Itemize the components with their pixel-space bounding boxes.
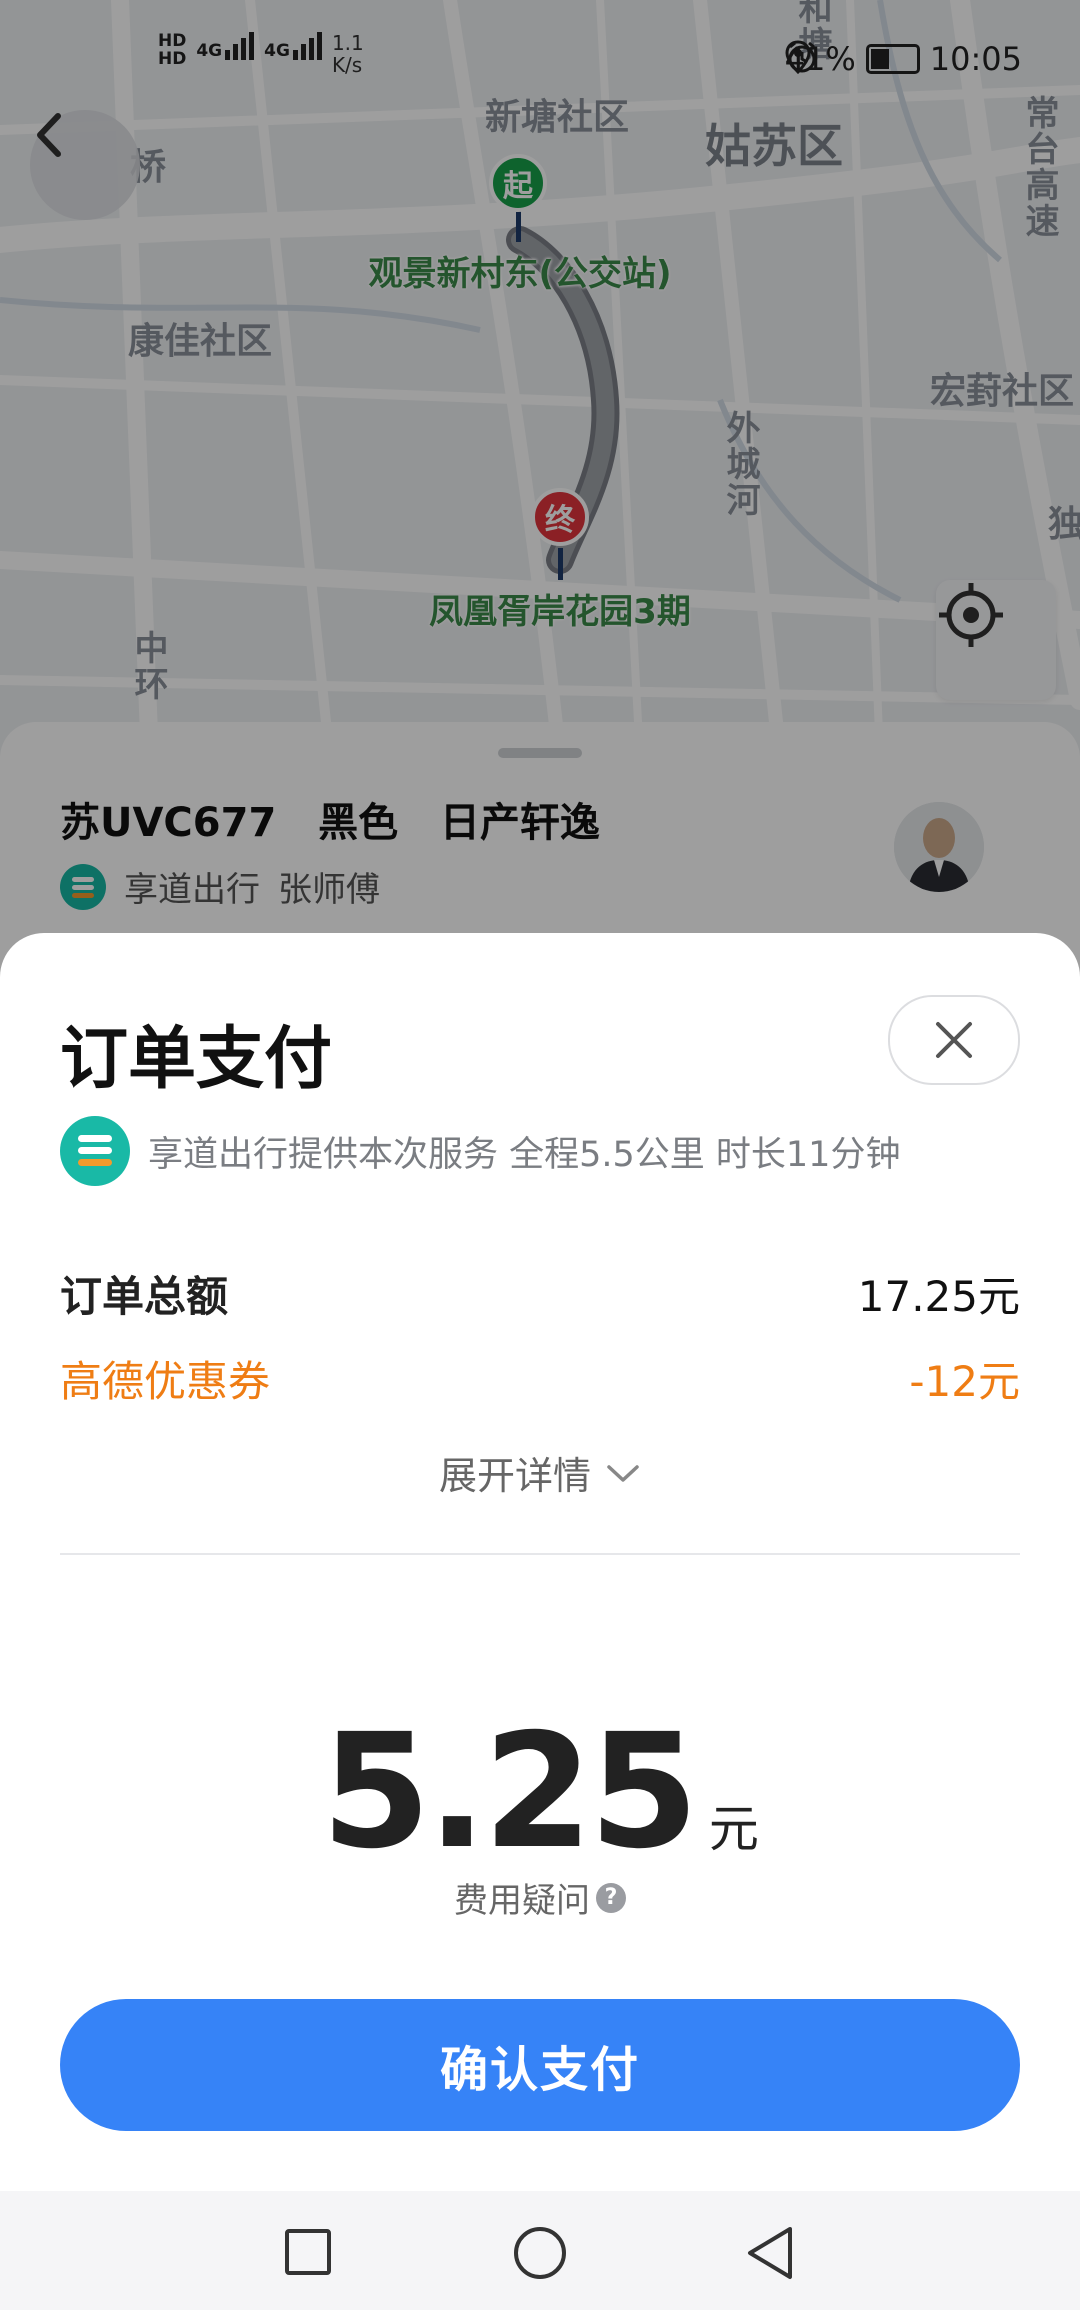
fee-question-link[interactable]: 费用疑问 ? (0, 1873, 1080, 1922)
back-triangle-icon[interactable] (744, 2225, 796, 2281)
service-description: 享道出行提供本次服务 全程5.5公里 时长11分钟 (148, 1134, 901, 1175)
payment-sheet: 订单支付 享道出行提供本次服务 全程5.5公里 时长11分钟 订单总额 17.2… (0, 933, 1080, 2191)
order-total-value: 17.25元 (857, 1272, 1020, 1321)
expand-details-button[interactable]: 展开详情 (0, 1445, 1080, 1500)
system-nav-bar (0, 2191, 1080, 2310)
confirm-pay-button[interactable]: 确认支付 (60, 1999, 1020, 2131)
pay-amount-unit: 元 (708, 1800, 759, 1858)
chevron-down-icon (607, 1464, 639, 1482)
coupon-row: 高德优惠券 -12元 (60, 1348, 1020, 1409)
close-button[interactable] (888, 995, 1020, 1085)
home-circle-icon[interactable] (512, 2225, 568, 2281)
pay-amount-value: 5.25 (321, 1700, 699, 1884)
fee-question-label: 费用疑问 (454, 1881, 590, 1921)
divider (60, 1553, 1020, 1555)
expand-details-label: 展开详情 (438, 1454, 591, 1498)
pay-amount: 5.25 元 (0, 1713, 1080, 1871)
coupon-value: -12元 (909, 1357, 1020, 1406)
close-icon (936, 1022, 972, 1058)
order-total-label: 订单总额 (60, 1272, 229, 1321)
sheet-title: 订单支付 (60, 1020, 333, 1099)
service-summary: 享道出行提供本次服务 全程5.5公里 时长11分钟 (60, 1116, 900, 1186)
coupon-label: 高德优惠券 (60, 1357, 271, 1406)
question-icon: ? (596, 1882, 626, 1913)
service-logo-icon (60, 1116, 130, 1186)
recents-square-icon[interactable] (284, 2228, 332, 2276)
order-total-row: 订单总额 17.25元 (60, 1263, 1020, 1324)
